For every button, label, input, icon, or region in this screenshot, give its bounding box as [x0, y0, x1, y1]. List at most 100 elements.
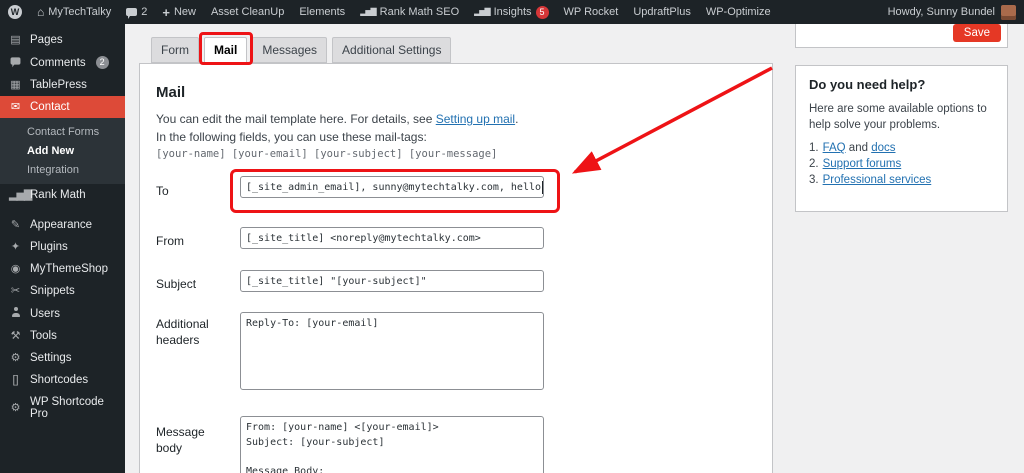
additional-headers-label: Additional headers: [156, 317, 209, 348]
sidebar-item-pages[interactable]: ▤ Pages: [0, 29, 125, 51]
menu-label: Asset CleanUp: [210, 6, 285, 18]
sidebar-item-appearance[interactable]: ✎ Appearance: [0, 214, 125, 236]
admin-bar-rank-math-seo[interactable]: ▂▅▇ Rank Math SEO: [360, 6, 459, 18]
subject-field-label: Subject: [156, 277, 197, 291]
admin-bar-wp-rocket[interactable]: WP Rocket: [564, 6, 619, 18]
gear-icon: ⚙: [10, 351, 21, 364]
mail-to-input[interactable]: [_site_admin_email], sunny@mytechtalky.c…: [240, 176, 544, 198]
faq-link[interactable]: FAQ: [823, 142, 846, 154]
tab-form[interactable]: Form: [151, 37, 199, 63]
submenu-item-integration[interactable]: Integration: [0, 160, 125, 179]
list-number: 3.: [809, 174, 819, 187]
admin-bar-updraftplus[interactable]: UpdraftPlus: [633, 6, 690, 18]
sidebar-item-label: Tools: [30, 330, 57, 342]
additional-headers-textarea[interactable]: Reply-To: [your-email]: [240, 312, 544, 390]
menu-label: Rank Math SEO: [379, 6, 460, 18]
text-cursor: [542, 180, 543, 194]
sidebar-item-label: TablePress: [30, 79, 87, 91]
admin-bar-wp-optimize[interactable]: WP-Optimize: [706, 6, 771, 18]
brush-icon: ✎: [10, 218, 21, 231]
insights-badge: 5: [535, 5, 549, 19]
user-avatar[interactable]: [1001, 4, 1016, 20]
intro-period: .: [515, 112, 519, 126]
comments-badge: 2: [95, 56, 109, 69]
mail-tags-list: [your-name] [your-email] [your-subject] …: [156, 148, 498, 160]
sidebar-item-users[interactable]: Users: [0, 302, 125, 325]
admin-bar-new[interactable]: + New: [162, 6, 196, 19]
sidebar-item-shortcodes[interactable]: [] Shortcodes: [0, 369, 125, 391]
plugin-icon: ✦: [10, 240, 21, 253]
submenu-item-contact-forms[interactable]: Contact Forms: [0, 122, 125, 141]
help-title: Do you need help?: [809, 77, 926, 92]
gear-icon: ⚙: [10, 401, 21, 414]
envelope-icon: ✉: [10, 100, 21, 113]
menu-label: UpdraftPlus: [633, 6, 691, 18]
settings-tabs: Form Mail Messages Additional Settings: [151, 37, 452, 63]
professional-services-link[interactable]: Professional services: [823, 174, 932, 186]
sidebar-item-rank-math[interactable]: ▂▅▇ Rank Math: [0, 184, 125, 206]
new-label: New: [173, 6, 196, 18]
message-body-textarea[interactable]: From: [your-name] <[your-email]> Subject…: [240, 416, 544, 473]
sidebar-item-tools[interactable]: ⚒ Tools: [0, 325, 125, 347]
submenu-item-add-new[interactable]: Add New: [0, 141, 125, 160]
chart-bars-icon: ▂▅▇: [474, 7, 491, 16]
table-icon: ▦: [10, 78, 21, 91]
tools-icon: ⚒: [10, 329, 21, 342]
sidebar-item-label: Pages: [30, 34, 63, 46]
admin-bar-insights[interactable]: ▂▅▇ Insights 5: [474, 5, 549, 19]
sidebar-separator: [0, 206, 125, 214]
sidebar-item-settings[interactable]: ⚙ Settings: [0, 347, 125, 369]
sidebar-item-label: WP Shortcode Pro: [30, 396, 104, 420]
setting-up-mail-link[interactable]: Setting up mail: [436, 112, 515, 126]
save-button[interactable]: Save: [952, 24, 1001, 42]
sidebar-item-label: Rank Math: [30, 189, 86, 201]
site-name-menu[interactable]: ⌂ MyTechTalky: [37, 6, 111, 18]
help-list: 1. FAQ and docs 2. Support forums 3. Profes…: [809, 142, 994, 186]
wordpress-logo-button[interactable]: W: [8, 5, 22, 19]
support-forums-link[interactable]: Support forums: [823, 158, 902, 170]
admin-bar-asset-cleanup[interactable]: Asset CleanUp: [211, 6, 284, 18]
sidebar-item-wp-shortcode-pro[interactable]: ⚙ WP Shortcode Pro: [0, 391, 125, 425]
sidebar-item-tablepress[interactable]: ▦ TablePress: [0, 74, 125, 96]
help-intro: Here are some available options to help …: [809, 103, 987, 132]
message-body-label: Message body: [156, 425, 205, 456]
tab-mail[interactable]: Mail: [204, 37, 248, 63]
list-number: 1.: [809, 142, 819, 155]
sidebar-item-plugins[interactable]: ✦ Plugins: [0, 236, 125, 258]
panel-title: Mail: [156, 84, 186, 101]
mail-from-input[interactable]: [240, 227, 544, 249]
help-item-faq-docs: 1. FAQ and docs: [809, 142, 994, 154]
sidebar-item-mythemeshop[interactable]: ◉ MyThemeShop: [0, 258, 125, 280]
list-number: 2.: [809, 158, 819, 171]
admin-bar-elements[interactable]: Elements: [299, 6, 345, 18]
site-name-label: MyTechTalky: [48, 6, 112, 18]
admin-bar: W ⌂ MyTechTalky 2 + New Asset CleanUp El…: [0, 0, 1024, 24]
help-box: Do you need help? Here are some availabl…: [795, 65, 1008, 212]
menu-label: WP-Optimize: [705, 6, 771, 18]
sidebar-item-label: Plugins: [30, 241, 68, 253]
intro-line-2: In the following fields, you can use the…: [156, 130, 427, 144]
howdy-account-menu[interactable]: Howdy, Sunny Bundel: [888, 6, 995, 18]
admin-bar-right: Howdy, Sunny Bundel: [888, 4, 1024, 20]
to-field-label: To: [156, 184, 169, 198]
brackets-icon: []: [12, 373, 19, 386]
admin-bar-comments[interactable]: 2: [126, 6, 147, 19]
docs-link[interactable]: docs: [871, 142, 895, 154]
mail-subject-input[interactable]: [240, 270, 544, 292]
theme-icon: ◉: [10, 262, 21, 275]
tab-messages[interactable]: Messages: [252, 37, 328, 63]
plus-icon: +: [162, 4, 170, 20]
tab-additional-settings[interactable]: Additional Settings: [332, 37, 452, 63]
sidebar-item-contact[interactable]: ✉ Contact: [0, 96, 125, 118]
sidebar-item-label: Shortcodes: [30, 374, 89, 386]
sidebar-item-snippets[interactable]: ✂ Snippets: [0, 280, 125, 302]
contact-submenu: Contact Forms Add New Integration: [0, 118, 125, 184]
menu-label: Elements: [299, 6, 346, 18]
admin-sidebar: ▤ Pages Comments 2 ▦ TablePress ✉ Contac…: [0, 24, 125, 473]
sidebar-item-comments[interactable]: Comments 2: [0, 51, 125, 74]
list-text: and: [845, 142, 872, 155]
scissors-icon: ✂: [10, 284, 21, 297]
comments-icon: [9, 57, 22, 68]
help-item-professional-services: 3. Professional services: [809, 174, 994, 186]
howdy-label: Howdy, Sunny Bundel: [887, 6, 995, 18]
